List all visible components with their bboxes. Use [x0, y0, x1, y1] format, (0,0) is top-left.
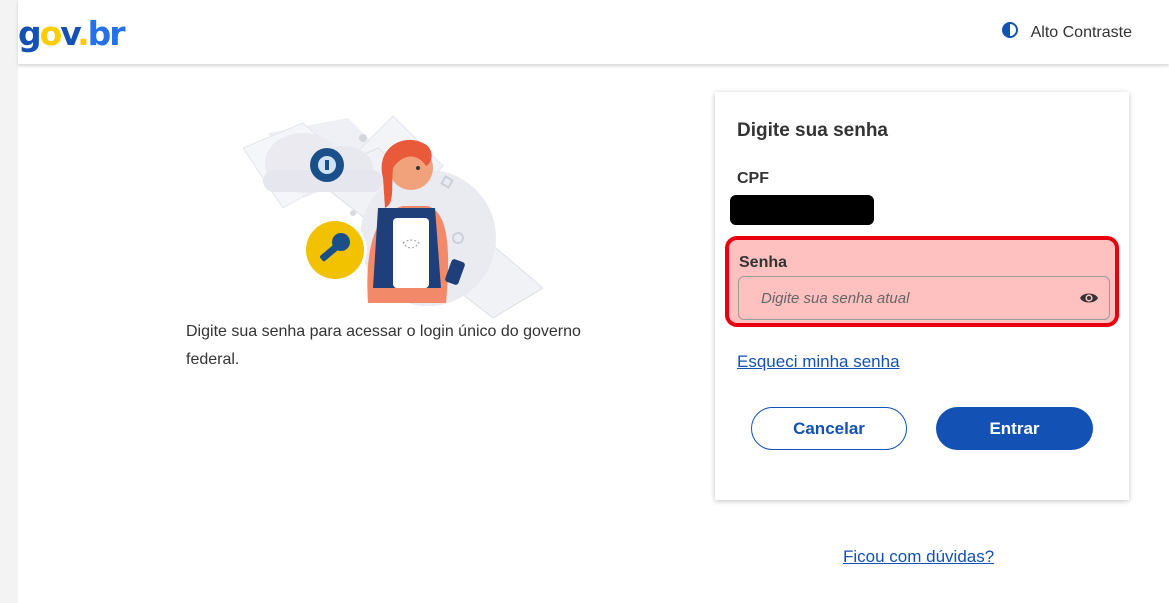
cpf-value-redacted	[730, 195, 874, 225]
govbr-logo[interactable]: gov.br	[18, 14, 126, 54]
password-label: Senha	[739, 254, 788, 271]
intro-text: Digite sua senha para acessar o login ún…	[186, 323, 581, 368]
password-input-wrapper	[738, 276, 1110, 320]
card-title: Digite sua senha	[737, 120, 888, 141]
half-circle-contrast-icon	[1001, 22, 1018, 43]
cancel-button[interactable]: Cancelar	[751, 407, 907, 450]
high-contrast-label: Alto Contraste	[1030, 23, 1132, 41]
login-illustration	[242, 108, 548, 319]
high-contrast-toggle[interactable]: Alto Contraste	[1001, 22, 1132, 43]
password-card: Digite sua senha CPF Senha Esqueci minha…	[715, 92, 1129, 500]
password-field-highlight: Senha	[725, 236, 1119, 327]
top-header: gov.br Alto Contraste	[18, 0, 1169, 64]
help-link[interactable]: Ficou com dúvidas?	[843, 547, 994, 567]
cpf-label: CPF	[737, 170, 769, 187]
eye-icon[interactable]	[1077, 287, 1101, 309]
password-input[interactable]	[739, 277, 1109, 319]
enter-button[interactable]: Entrar	[936, 407, 1093, 450]
forgot-password-link[interactable]: Esqueci minha senha	[737, 352, 900, 372]
